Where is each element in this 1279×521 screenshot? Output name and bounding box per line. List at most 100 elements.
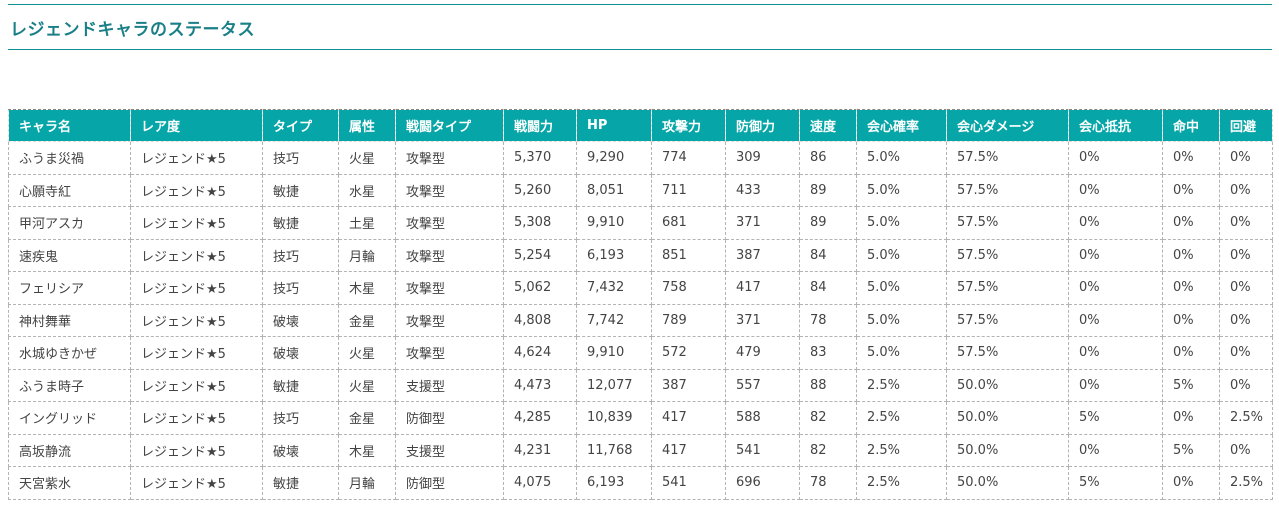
cell-accuracy: 0% [1162,271,1220,305]
cell-power: 4,808 [503,303,577,337]
table-row: 天宮紫水 レジェンド★5 敏捷 月輪 防御型 4,075 6,193 541 696 78 2.5%… [8,466,1273,500]
table-row: イングリッド レジェンド★5 技巧 金星 防御型 4,285 10,839 417 588 82 2… [8,401,1273,435]
cell-rarity: レジェンド★5 [130,466,263,500]
cell-battle-type: 支援型 [395,433,504,467]
cell-speed: 83 [799,336,857,370]
cell-battle-type: 防御型 [395,401,504,435]
cell-name: 甲河アスカ [8,206,131,240]
table-row: 心願寺紅 レジェンド★5 敏捷 水星 攻撃型 5,260 8,051 711 433 89 5.0%… [8,173,1273,207]
col-header-name: キャラ名 [8,109,131,142]
cell-attribute: 水星 [338,173,396,207]
cell-defense: 371 [725,303,800,337]
cell-type: 敏捷 [262,466,339,500]
cell-hp: 7,432 [576,271,652,305]
col-header-crit-rate: 会心確率 [856,109,947,142]
cell-speed: 82 [799,433,857,467]
cell-name: 高坂静流 [8,433,131,467]
cell-evasion: 0% [1219,206,1273,240]
cell-type: 敏捷 [262,173,339,207]
status-table-wrapper: キャラ名 レア度 タイプ 属性 戦闘タイプ 戦闘力 HP 攻撃力 防御力 速度 … [8,109,1273,500]
cell-defense: 479 [725,336,800,370]
cell-battle-type: 攻撃型 [395,206,504,240]
cell-hp: 9,290 [576,141,652,175]
cell-type: 破壊 [262,303,339,337]
section-heading: レジェンドキャラのステータス [8,4,1272,50]
cell-crit-rate: 2.5% [856,466,947,500]
cell-speed: 88 [799,368,857,402]
cell-defense: 371 [725,206,800,240]
cell-type: 敏捷 [262,368,339,402]
cell-type: 敏捷 [262,206,339,240]
table-header-row: キャラ名 レア度 タイプ 属性 戦闘タイプ 戦闘力 HP 攻撃力 防御力 速度 … [8,109,1273,142]
cell-power: 5,254 [503,238,577,272]
cell-rarity: レジェンド★5 [130,141,263,175]
cell-name: ふうま災禍 [8,141,131,175]
cell-evasion: 0% [1219,173,1273,207]
cell-attribute: 金星 [338,401,396,435]
cell-crit-damage: 50.0% [946,433,1069,467]
cell-attack: 572 [651,336,726,370]
cell-attack: 541 [651,466,726,500]
cell-attack: 681 [651,206,726,240]
cell-attack: 711 [651,173,726,207]
cell-rarity: レジェンド★5 [130,206,263,240]
cell-accuracy: 0% [1162,401,1220,435]
cell-crit-resist: 0% [1068,271,1163,305]
cell-crit-resist: 0% [1068,238,1163,272]
cell-accuracy: 5% [1162,368,1220,402]
cell-rarity: レジェンド★5 [130,336,263,370]
cell-attack: 758 [651,271,726,305]
col-header-evasion: 回避 [1219,109,1273,142]
cell-crit-damage: 57.5% [946,141,1069,175]
cell-speed: 84 [799,238,857,272]
cell-power: 5,308 [503,206,577,240]
character-status-table: キャラ名 レア度 タイプ 属性 戦闘タイプ 戦闘力 HP 攻撃力 防御力 速度 … [8,109,1273,500]
cell-crit-resist: 5% [1068,401,1163,435]
cell-crit-resist: 0% [1068,303,1163,337]
cell-crit-damage: 57.5% [946,303,1069,337]
cell-crit-resist: 0% [1068,141,1163,175]
cell-battle-type: 攻撃型 [395,271,504,305]
cell-hp: 6,193 [576,238,652,272]
cell-accuracy: 0% [1162,303,1220,337]
cell-speed: 82 [799,401,857,435]
page-title: レジェンドキャラのステータス [10,20,255,40]
cell-attack: 387 [651,368,726,402]
cell-crit-rate: 2.5% [856,401,947,435]
cell-attack: 851 [651,238,726,272]
cell-attribute: 火星 [338,141,396,175]
cell-name: 水城ゆきかぜ [8,336,131,370]
cell-name: フェリシア [8,271,131,305]
cell-defense: 696 [725,466,800,500]
cell-defense: 541 [725,433,800,467]
cell-speed: 89 [799,206,857,240]
cell-type: 技巧 [262,141,339,175]
table-row: 速疾鬼 レジェンド★5 技巧 月輪 攻撃型 5,254 6,193 851 387 84 5.0% 5… [8,238,1273,272]
cell-hp: 11,768 [576,433,652,467]
cell-battle-type: 攻撃型 [395,141,504,175]
cell-crit-damage: 50.0% [946,466,1069,500]
cell-power: 5,370 [503,141,577,175]
cell-crit-rate: 5.0% [856,271,947,305]
table-row: ふうま災禍 レジェンド★5 技巧 火星 攻撃型 5,370 9,290 774 309 86 5.0… [8,141,1273,175]
cell-power: 4,473 [503,368,577,402]
cell-crit-damage: 57.5% [946,173,1069,207]
cell-evasion: 0% [1219,271,1273,305]
cell-evasion: 0% [1219,368,1273,402]
cell-crit-damage: 57.5% [946,238,1069,272]
cell-evasion: 2.5% [1219,466,1273,500]
cell-accuracy: 0% [1162,173,1220,207]
cell-attribute: 木星 [338,271,396,305]
cell-battle-type: 支援型 [395,368,504,402]
cell-evasion: 0% [1219,336,1273,370]
cell-accuracy: 0% [1162,336,1220,370]
col-header-crit-resist: 会心抵抗 [1068,109,1163,142]
cell-hp: 12,077 [576,368,652,402]
table-row: 水城ゆきかぜ レジェンド★5 破壊 火星 攻撃型 4,624 9,910 572 479 83 5.… [8,336,1273,370]
cell-power: 4,075 [503,466,577,500]
cell-evasion: 0% [1219,141,1273,175]
cell-attribute: 土星 [338,206,396,240]
col-header-crit-damage: 会心ダメージ [946,109,1069,142]
cell-crit-resist: 0% [1068,336,1163,370]
col-header-power: 戦闘力 [503,109,577,142]
